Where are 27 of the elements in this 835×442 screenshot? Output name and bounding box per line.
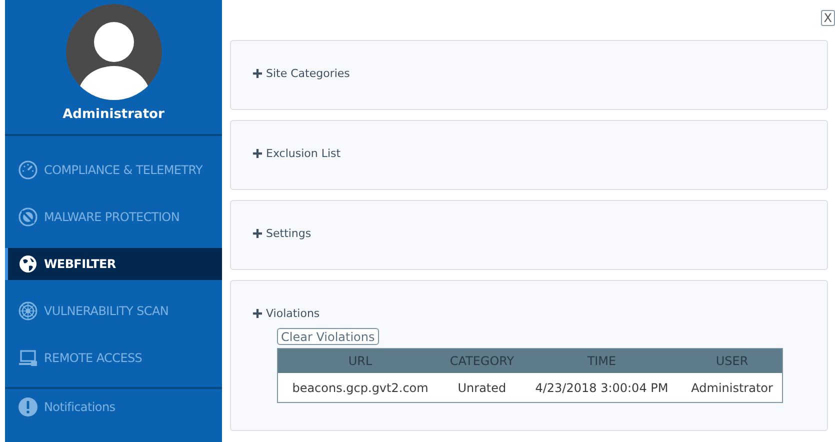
table-cell: Unrated xyxy=(442,373,522,402)
plus-icon xyxy=(253,229,262,238)
section-header[interactable]: Site Categories xyxy=(253,67,350,80)
section-header[interactable]: Settings xyxy=(253,227,312,240)
plus-icon xyxy=(253,309,262,318)
column-header: TIME xyxy=(521,348,682,373)
radar-icon xyxy=(18,301,38,321)
nav-item[interactable]: WEBFILTER xyxy=(5,248,222,280)
column-header: USER xyxy=(682,348,782,373)
table-cell: beacons.gcp.gvt2.com xyxy=(278,373,443,402)
section-header[interactable]: Violations xyxy=(253,307,320,320)
globe-icon xyxy=(18,254,38,274)
alert-icon xyxy=(18,397,38,417)
column-header: URL xyxy=(278,348,443,373)
plus-icon xyxy=(253,69,262,78)
section-header[interactable]: Exclusion List xyxy=(253,147,341,160)
close-button[interactable]: X xyxy=(820,10,835,26)
computer-icon xyxy=(18,348,38,368)
blocked-icon xyxy=(18,207,38,227)
clear-violations-button[interactable]: Clear Violations xyxy=(277,328,379,345)
gauge-icon xyxy=(18,160,38,180)
avatar-icon xyxy=(66,4,162,100)
column-header: CATEGORY xyxy=(442,348,522,373)
user-name: Administrator xyxy=(62,107,164,122)
plus-icon xyxy=(253,149,262,158)
table-cell: Administrator xyxy=(682,373,782,402)
table-cell: 4/23/2018 3:00:04 PM xyxy=(521,373,682,402)
